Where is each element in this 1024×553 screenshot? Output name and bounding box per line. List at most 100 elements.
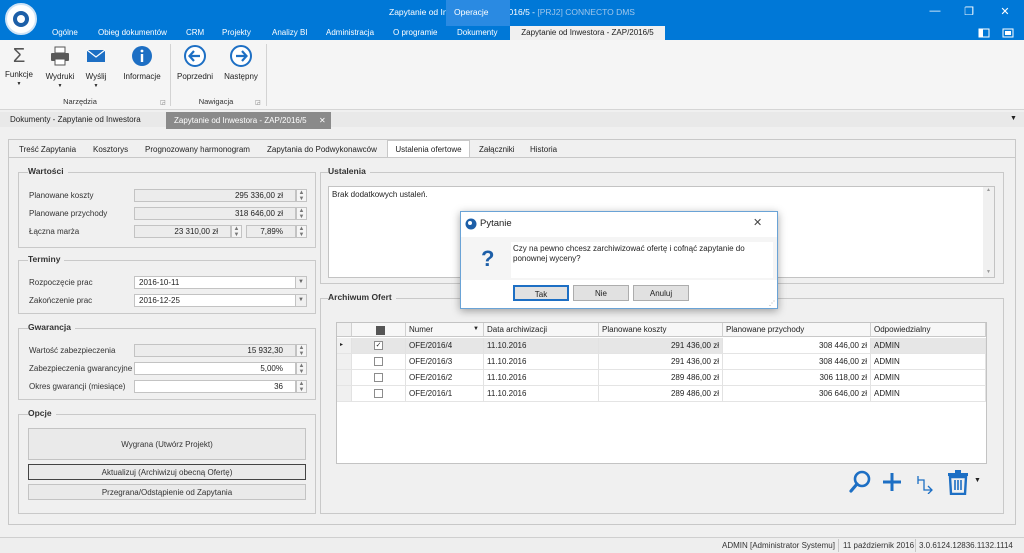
- plus-icon[interactable]: [881, 471, 903, 493]
- row-checkbox-cell[interactable]: ✓: [352, 338, 406, 354]
- resize-grip-icon[interactable]: ⋰: [769, 300, 775, 307]
- menu-crm[interactable]: CRM: [186, 28, 204, 37]
- layout-icon[interactable]: [978, 27, 992, 39]
- archiwum-title: Archiwum Ofert: [328, 292, 396, 302]
- functions-button[interactable]: Σ Funkcje ▼: [4, 45, 34, 87]
- send-button[interactable]: Wyślij ▼: [82, 45, 110, 89]
- tab-podwykonawcy[interactable]: Zapytania do Podwykonawców: [267, 145, 377, 154]
- zabezpieczenia-input[interactable]: 5,00%: [134, 362, 296, 375]
- tools-dropdown-icon[interactable]: ▼: [974, 477, 981, 484]
- cell-data: 11.10.2016: [484, 386, 599, 402]
- menu-active-document[interactable]: Zapytanie od Inwestora - ZAP/2016/5: [510, 26, 665, 40]
- doctab-active-label: Zapytanie od Inwestora - ZAP/2016/5: [174, 116, 307, 125]
- menu-o-programie[interactable]: O programie: [393, 28, 437, 37]
- przegrana-button[interactable]: Przegrana/Odstąpienie od Zapytania: [28, 484, 306, 500]
- undo-icon[interactable]: [914, 472, 936, 494]
- group-expand-icon[interactable]: ◲: [160, 99, 166, 106]
- previous-button[interactable]: Poprzedni: [174, 45, 216, 81]
- menu-analizy-bi[interactable]: Analizy BI: [272, 28, 308, 37]
- ustalenia-text: Brak dodatkowych ustaleń.: [332, 190, 428, 199]
- ribbon: Σ Funkcje ▼ Wydruki ▼ Wyślij ▼ Informacj…: [0, 40, 1024, 110]
- row-checkbox[interactable]: [374, 357, 383, 366]
- wartosc-spin[interactable]: ▲ ▼: [296, 344, 307, 357]
- rozpoczecie-date-input[interactable]: 2016-10-11 ▼: [134, 276, 307, 289]
- menu-projekty[interactable]: Projekty: [222, 28, 251, 37]
- fullscreen-icon[interactable]: [1002, 27, 1016, 39]
- tab-kosztorys[interactable]: Kosztorys: [93, 145, 128, 154]
- marza-spin[interactable]: ▲ ▼: [231, 225, 242, 238]
- close-window-button[interactable]: ✕: [998, 5, 1012, 19]
- tab-historia[interactable]: Historia: [530, 145, 557, 154]
- sigma-icon: Σ: [12, 45, 26, 67]
- zakonczenie-date-input[interactable]: 2016-12-25 ▼: [134, 294, 307, 307]
- cell-numer: OFE/2016/1: [406, 386, 484, 402]
- chevron-down-icon[interactable]: ▼: [295, 295, 306, 306]
- minimize-button[interactable]: —: [928, 5, 942, 19]
- next-button[interactable]: Następny: [220, 45, 262, 81]
- zabezpieczenia-spin[interactable]: ▲ ▼: [296, 362, 307, 375]
- trash-icon[interactable]: [946, 469, 970, 495]
- app-small-icon: [465, 218, 477, 230]
- header-koszty[interactable]: Planowane koszty: [599, 323, 723, 337]
- doctab-lista[interactable]: Dokumenty - Zapytanie od Inwestora: [10, 115, 141, 124]
- scroll-up-icon[interactable]: ▲: [983, 187, 994, 193]
- yes-button[interactable]: Tak: [513, 285, 569, 301]
- header-przychody[interactable]: Planowane przychody: [723, 323, 871, 337]
- row-checkbox[interactable]: [374, 373, 383, 382]
- send-label: Wyślij: [85, 72, 107, 81]
- restore-button[interactable]: ❐: [962, 5, 976, 19]
- row-checkbox[interactable]: ✓: [374, 341, 383, 350]
- okres-gwarancji-input[interactable]: 36: [134, 380, 296, 393]
- status-separator: [915, 539, 916, 552]
- chevron-down-icon[interactable]: ▼: [295, 277, 306, 288]
- select-all-header[interactable]: [352, 323, 406, 337]
- cell-odpowiedzialny: ADMIN: [871, 338, 986, 354]
- row-checkbox-cell[interactable]: [352, 386, 406, 402]
- scroll-down-icon[interactable]: ▼: [983, 269, 994, 275]
- app-logo[interactable]: [5, 3, 37, 35]
- select-all-checkbox[interactable]: [375, 326, 385, 335]
- koszty-spin[interactable]: ▲ ▼: [296, 189, 307, 202]
- tab-harmonogram[interactable]: Prognozowany harmonogram: [145, 145, 250, 154]
- okres-spin[interactable]: ▲ ▼: [296, 380, 307, 393]
- search-icon[interactable]: [848, 470, 872, 494]
- row-checkbox-cell[interactable]: [352, 354, 406, 370]
- group-expand-icon[interactable]: ◲: [255, 99, 261, 106]
- ustalenia-scrollbar[interactable]: ▲ ▼: [983, 187, 994, 277]
- menu-dokumenty[interactable]: Dokumenty: [457, 28, 497, 37]
- header-odpowiedzialny[interactable]: Odpowiedzialny: [871, 323, 986, 337]
- logo-dot: [17, 15, 25, 23]
- menu-administracja[interactable]: Administracja: [326, 28, 374, 37]
- marza-pct-spin[interactable]: ▲ ▼: [296, 225, 307, 238]
- przychody-spin[interactable]: ▲ ▼: [296, 207, 307, 220]
- tab-ustalenia-ofertowe[interactable]: Ustalenia ofertowe: [387, 140, 470, 157]
- row-checkbox[interactable]: [374, 389, 383, 398]
- planowane-koszty-field: 295 336,00 zł: [134, 189, 296, 202]
- cell-data: 11.10.2016: [484, 370, 599, 386]
- zabezpieczenia-label: Zabezpieczenia gwarancyjne: [29, 364, 133, 373]
- information-button[interactable]: Informacje: [120, 45, 164, 81]
- close-icon[interactable]: ✕: [753, 216, 762, 229]
- wygrana-button[interactable]: Wygrana (Utwórz Projekt): [28, 428, 306, 460]
- status-version: 3.0.6124.12836.1132.1114: [919, 541, 1013, 550]
- sort-desc-icon: ▼: [473, 326, 479, 332]
- cell-koszty: 291 436,00 zł: [599, 338, 723, 354]
- no-button[interactable]: Nie: [573, 285, 629, 301]
- doctabs-dropdown-icon[interactable]: ▼: [1010, 115, 1017, 122]
- information-label: Informacje: [123, 72, 161, 81]
- group-label-narzedzia: Narzędzia: [63, 97, 97, 106]
- menu-ogolne[interactable]: Ogólne: [52, 28, 78, 37]
- tab-tresc-zapytania[interactable]: Treść Zapytania: [19, 145, 76, 154]
- close-icon[interactable]: ✕: [319, 116, 326, 125]
- tab-zalaczniki[interactable]: Załączniki: [479, 145, 515, 154]
- cancel-button[interactable]: Anuluj: [633, 285, 689, 301]
- doctab-active[interactable]: Zapytanie od Inwestora - ZAP/2016/5 ✕: [166, 112, 331, 129]
- prints-button[interactable]: Wydruki ▼: [44, 45, 76, 89]
- cell-przychody: 306 118,00 zł: [723, 370, 871, 386]
- row-checkbox-cell[interactable]: [352, 370, 406, 386]
- planowane-przychody-field: 318 646,00 zł: [134, 207, 296, 220]
- aktualizuj-button[interactable]: Aktualizuj (Archiwizuj obecną Ofertę): [28, 464, 306, 480]
- header-data[interactable]: Data archiwizacji: [484, 323, 599, 337]
- menu-obieg-dokumentow[interactable]: Obieg dokumentów: [98, 28, 167, 37]
- header-numer[interactable]: Numer ▼: [406, 323, 484, 337]
